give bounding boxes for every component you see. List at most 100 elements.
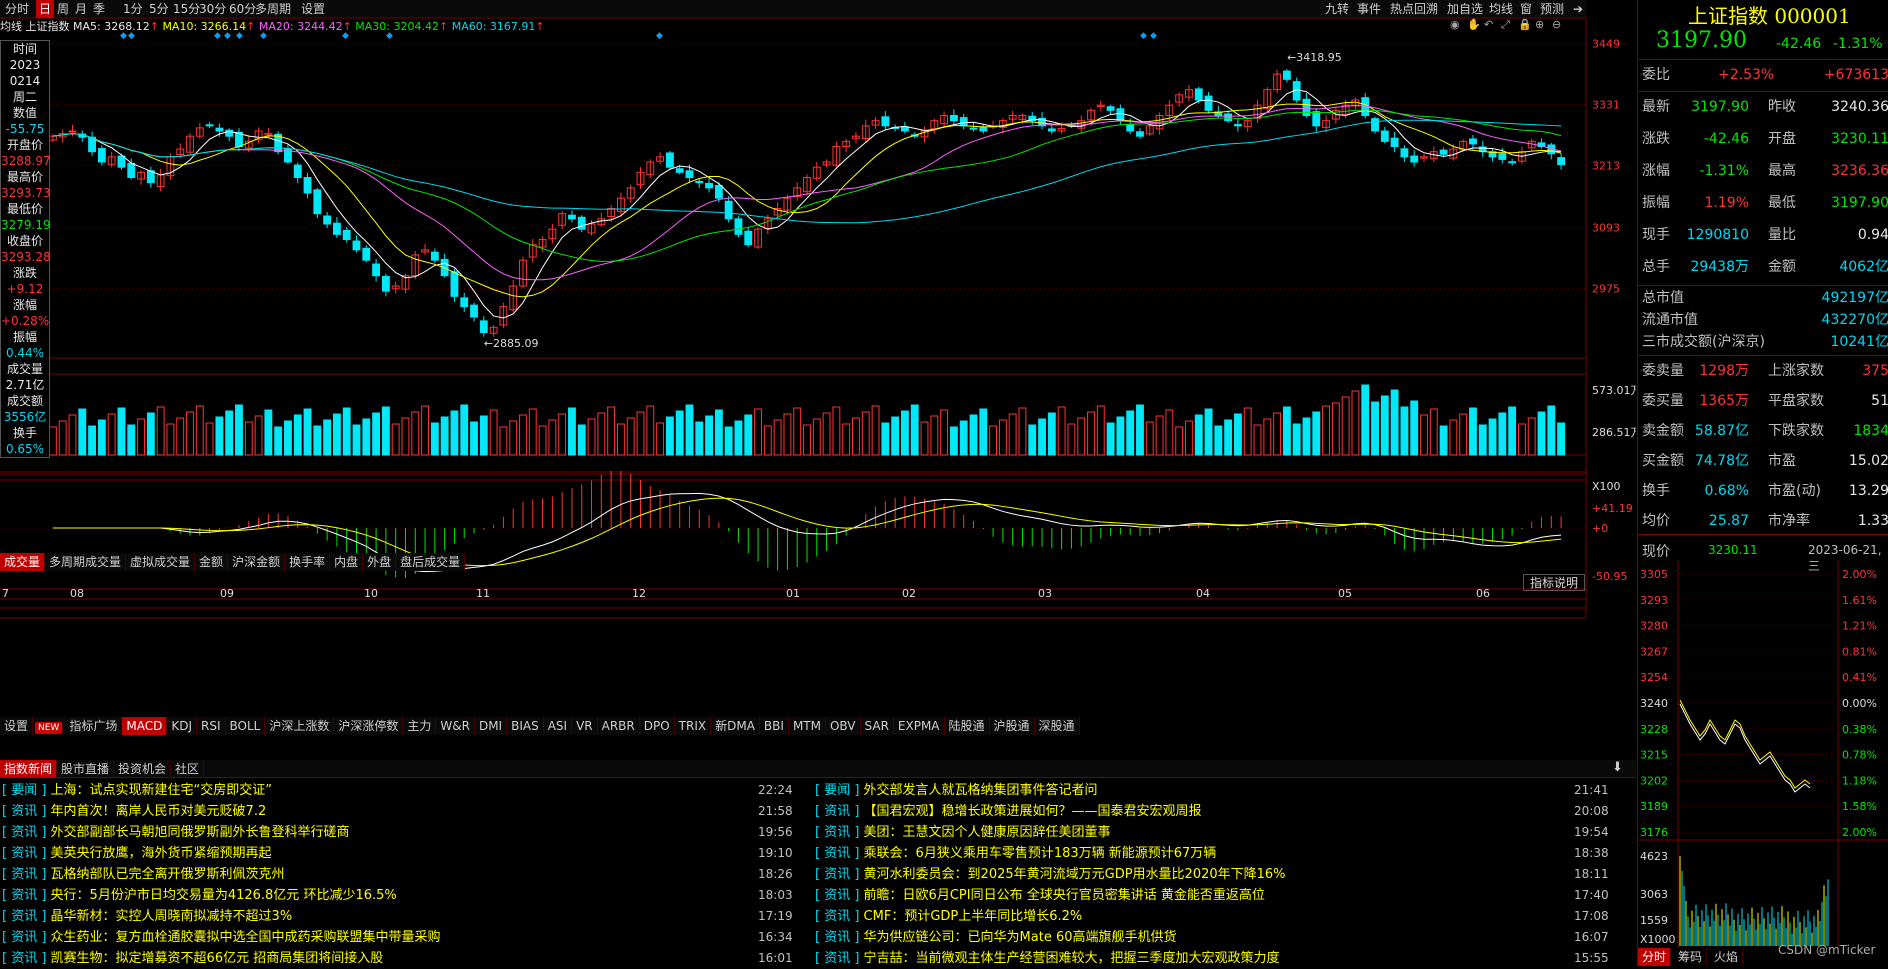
ind-tab-4[interactable]: KDJ <box>167 717 197 735</box>
bottom-tab-2[interactable]: 火焰 <box>1710 948 1744 966</box>
news-item[interactable]: [ 资讯 ] 瓦格纳部队已完全离开俄罗斯利佩茨克州 18:26 <box>2 864 798 885</box>
toolbar-right-5[interactable]: 窗 <box>1517 0 1535 18</box>
ind-tab-9[interactable]: 主力 <box>403 717 437 735</box>
news-item[interactable]: [ 要闻 ] 上海：试点实现新建住宅“交房即交证” 22:24 <box>2 780 798 801</box>
toolbar-right-4[interactable]: 均线 <box>1486 0 1516 18</box>
toolbar-right-1[interactable]: 事件 <box>1354 0 1384 18</box>
period-tab-8[interactable]: 30分 <box>196 0 229 18</box>
ind-tab-20[interactable]: MTM <box>789 717 826 735</box>
event-marker-icon[interactable]: ◆ <box>1140 31 1147 41</box>
ind-tab-3[interactable]: MACD <box>122 717 168 735</box>
chart-tool-icon[interactable]: ⊖ <box>1552 18 1561 31</box>
event-marker-icon[interactable]: ◆ <box>224 31 231 41</box>
ind-tab-5[interactable]: RSI <box>197 717 226 735</box>
event-marker-icon[interactable]: ◆ <box>236 31 243 41</box>
period-tab-5[interactable]: 1分 <box>120 0 146 18</box>
period-tab-2[interactable]: 周 <box>54 0 72 18</box>
news-item[interactable]: [ 资讯 ] 外交部副部长马朝旭同俄罗斯副外长鲁登科举行磋商 19:56 <box>2 822 798 843</box>
ind-tab-7[interactable]: 沪深上涨数 <box>265 717 335 735</box>
ind-tab-26[interactable]: 深股通 <box>1035 717 1080 735</box>
download-icon[interactable]: ⬇ <box>1612 760 1623 775</box>
vol-tab-2[interactable]: 虚拟成交量 <box>126 553 196 571</box>
period-tab-6[interactable]: 5分 <box>146 0 172 18</box>
ind-tab-2[interactable]: 指标广场 <box>65 717 123 735</box>
event-marker-icon[interactable]: ◆ <box>214 31 221 41</box>
toolbar-right-2[interactable]: 热点回溯 <box>1387 0 1441 18</box>
news-item[interactable]: [ 资讯 ] 黄河水利委员会：到2025年黄河流域万元GDP用水量比2020年下… <box>815 864 1614 885</box>
ind-tab-15[interactable]: ARBR <box>598 717 640 735</box>
vol-tab-6[interactable]: 内盘 <box>330 553 364 571</box>
ind-tab-8[interactable]: 沪深涨停数 <box>334 717 404 735</box>
news-item[interactable]: [ 资讯 ] 宁吉喆：当前微观主体生产经营困难较大，把握三季度加大宏观政策力度 1… <box>815 948 1614 969</box>
ind-tab-16[interactable]: DPO <box>640 717 675 735</box>
chart-tool-icon[interactable]: 🔒 <box>1518 18 1532 31</box>
period-tab-4[interactable]: 季 <box>90 0 108 18</box>
toolbar-right-6[interactable]: 预测 <box>1537 0 1567 18</box>
ind-tab-24[interactable]: 陆股通 <box>945 717 990 735</box>
news-item[interactable]: [ 资讯 ] 凯赛生物：拟定增募资不超66亿元 招商局集团将间接入股 16:01 <box>2 948 798 969</box>
news-item[interactable]: [ 资讯 ] 央行：5月份沪市日均交易量为4126.8亿元 环比减少16.5% 1… <box>2 885 798 906</box>
ind-tab-10[interactable]: W&R <box>436 717 475 735</box>
toolbar-right-0[interactable]: 九转 <box>1322 0 1352 18</box>
bottom-tab-1[interactable]: 筹码 <box>1674 948 1708 966</box>
chart-tool-icon[interactable]: ✋ <box>1467 18 1481 31</box>
news-item[interactable]: [ 资讯 ] 前瞻：日欧6月CPI同日公布 全球央行官员密集讲话 黄金能否重返高… <box>815 885 1614 906</box>
ind-tab-1[interactable]: NEW <box>35 722 64 734</box>
vol-tab-8[interactable]: 盘后成交量 <box>396 553 466 571</box>
news-item[interactable]: [ 资讯 ] 【国君宏观】稳增长政策进展如何？——国泰君安宏观周报 20:08 <box>815 801 1614 822</box>
indicator-help-button[interactable]: 指标说明 <box>1523 574 1586 591</box>
event-marker-icon[interactable]: ◆ <box>386 31 393 41</box>
period-tab-3[interactable]: 月 <box>72 0 90 18</box>
news-item[interactable]: [ 资讯 ] 美英央行放鹰，海外货币紧缩预期再起 19:10 <box>2 843 798 864</box>
ind-tab-21[interactable]: OBV <box>826 717 861 735</box>
intraday-chart[interactable]: 3305 2.00% 3293 1.61% 3280 1.21% 3267 0.81% 3254… <box>1638 560 1888 948</box>
vol-tab-3[interactable]: 金额 <box>195 553 229 571</box>
vol-tab-7[interactable]: 外盘 <box>363 553 397 571</box>
bottom-tab-0[interactable]: 分时 <box>1638 948 1672 966</box>
ind-tab-22[interactable]: SAR <box>861 717 894 735</box>
ind-tab-25[interactable]: 沪股通 <box>990 717 1035 735</box>
event-marker-icon[interactable]: ◆ <box>120 31 127 41</box>
ind-tab-0[interactable]: 设置 <box>0 717 34 735</box>
ind-tab-17[interactable]: TRIX <box>675 717 712 735</box>
event-marker-icon[interactable]: ◆ <box>128 31 135 41</box>
news-tab-1[interactable]: 股市直播 <box>57 760 115 778</box>
ind-tab-6[interactable]: BOLL <box>226 717 266 735</box>
chart-tool-icon[interactable]: ⤢ <box>1501 18 1510 31</box>
news-item[interactable]: [ 资讯 ] 乘联会：6月狭义乘用车零售预计183万辆 新能源预计67万辆 18:… <box>815 843 1614 864</box>
news-item[interactable]: [ 资讯 ] 华为供应链公司：已向华为Mate 60高端旗舰手机供货 16:07 <box>815 927 1614 948</box>
news-item[interactable]: [ 资讯 ] 年内首次！离岸人民币对美元贬破7.2 21:58 <box>2 801 798 822</box>
vol-tab-4[interactable]: 沪深金额 <box>228 553 286 571</box>
news-item[interactable]: [ 资讯 ] 美团：王慧文因个人健康原因辞任美团董事 19:54 <box>815 822 1614 843</box>
ind-tab-23[interactable]: EXPMA <box>894 717 945 735</box>
event-marker-icon[interactable]: ◆ <box>260 31 267 41</box>
chart-tool-icon[interactable]: ◉ <box>1450 18 1460 31</box>
ind-tab-13[interactable]: ASI <box>544 717 573 735</box>
news-item[interactable]: [ 资讯 ] 晶华新材：实控人周晓南拟减持不超过3% 17:19 <box>2 906 798 927</box>
news-item[interactable]: [ 要闻 ] 外交部发言人就瓦格纳集团事件答记者问 21:41 <box>815 780 1614 801</box>
chart-tool-icon[interactable]: ↶ <box>1484 18 1493 31</box>
news-tab-2[interactable]: 投资机会 <box>114 760 172 778</box>
event-marker-icon[interactable]: ◆ <box>1150 31 1157 41</box>
toolbar-right-3[interactable]: 加自选 <box>1444 0 1486 18</box>
vol-tab-1[interactable]: 多周期成交量 <box>45 553 127 571</box>
news-item[interactable]: [ 资讯 ] CMF：预计GDP上半年同比增长6.2% 17:08 <box>815 906 1614 927</box>
vol-tab-0[interactable]: 成交量 <box>0 553 46 571</box>
period-tab-0[interactable]: 分时 <box>2 0 32 18</box>
event-marker-icon[interactable]: ◆ <box>656 31 663 41</box>
period-tab-10[interactable]: 多周期 <box>252 0 294 18</box>
news-item[interactable]: [ 资讯 ] 众生药业：复方血栓通胶囊拟中选全国中成药采购联盟集中带量采购 16:… <box>2 927 798 948</box>
period-tab-1[interactable]: 日 <box>36 0 55 18</box>
ind-tab-11[interactable]: DMI <box>475 717 508 735</box>
vol-tab-5[interactable]: 换手率 <box>285 553 331 571</box>
ind-tab-19[interactable]: BBI <box>760 717 789 735</box>
ind-tab-14[interactable]: VR <box>572 717 598 735</box>
period-tab-11[interactable]: 设置 <box>298 0 328 18</box>
chart-tool-icon[interactable]: ⊕ <box>1535 18 1544 31</box>
ind-tab-12[interactable]: BIAS <box>507 717 544 735</box>
news-tab-0[interactable]: 指数新闻 <box>0 760 58 778</box>
stock-chart-area[interactable]: 34493331321330932975←3418.95←2885.09◆ ◆ ◆ ◆… <box>0 18 1636 752</box>
news-tab-3[interactable]: 社区 <box>171 760 205 778</box>
event-marker-icon[interactable]: ◆ <box>342 31 349 41</box>
ind-tab-18[interactable]: 新DMA <box>711 717 760 735</box>
